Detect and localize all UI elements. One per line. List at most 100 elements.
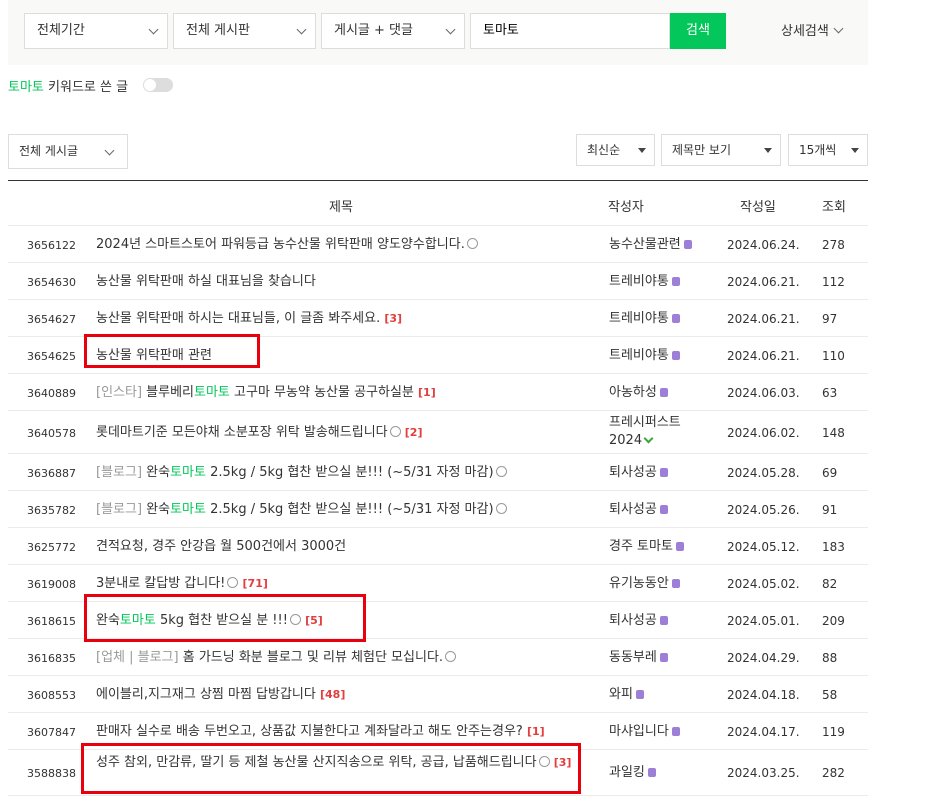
keyword-highlight: 토마토	[8, 80, 44, 95]
member-level-icon	[659, 468, 668, 477]
post-author[interactable]: 마샤입니다	[609, 723, 680, 741]
highlight-box	[84, 594, 366, 642]
caret-down-icon	[851, 148, 859, 153]
post-number: 3588838	[27, 767, 76, 780]
post-category-prefix: [인스타]	[96, 385, 143, 400]
table-row[interactable]: 3654630 농산물 위탁판매 하실 대표님을 찾습니다 트레비야통 2024.06…	[8, 263, 868, 300]
highlight-box	[84, 334, 260, 368]
post-views: 148	[822, 426, 845, 440]
member-level-icon	[635, 690, 644, 699]
keyword-toggle[interactable]	[143, 78, 173, 92]
search-button[interactable]: 검색	[670, 13, 726, 49]
scope-select[interactable]: 게시글 + 댓글	[321, 13, 465, 49]
board-filter-select[interactable]: 전체 게시글	[8, 134, 128, 169]
author-name: 농수산물관련	[609, 237, 681, 252]
table-row[interactable]: 3616835 [업체 | 블로그] 홈 가드닝 화분 블로그 및 리뷰 체험단 …	[8, 639, 868, 676]
post-views: 183	[822, 540, 845, 554]
post-title-link[interactable]: [블로그] 완숙토마토 2.5kg / 5kg 협찬 받으실 분!!! (~5/…	[96, 464, 596, 482]
post-views: 69	[822, 466, 838, 480]
table-row[interactable]: 3608553 에이블리,지그재그 상찜 마찜 답방갑니다 [48] 와피 2024.…	[8, 676, 868, 713]
post-category-prefix: [업체 | 블로그]	[96, 650, 179, 665]
post-title-text: 2.5kg / 5kg 협찬 받으실 분!!! (~5/31 자정 마감)	[210, 465, 494, 480]
post-title-text: 농산물 위탁판매 하실 대표님을 찾습니다	[96, 274, 316, 289]
post-category-prefix: [블로그]	[96, 502, 143, 517]
post-title-text: 견적요청, 경주 안강읍 월 500건에서 3000건	[96, 539, 347, 554]
post-title-link[interactable]: [업체 | 블로그] 홈 가드닝 화분 블로그 및 리뷰 체험단 모십니다.	[96, 649, 596, 667]
author-name: 트레비야통	[609, 274, 669, 289]
post-title-link[interactable]: 농산물 위탁판매 하시는 대표님들, 이 글좀 봐주세요. [3]	[96, 310, 596, 328]
sort-select[interactable]: 최신순	[576, 134, 655, 166]
post-author[interactable]: 퇴사성공	[609, 501, 668, 519]
advanced-search-button[interactable]: 상세검색	[781, 20, 844, 39]
table-row[interactable]: 3635782 [블로그] 완숙토마토 2.5kg / 5kg 협찬 받으실 분!…	[8, 491, 868, 528]
post-author[interactable]: 농수산물관련	[609, 236, 692, 254]
author-name: 과일킹	[609, 765, 645, 780]
table-row[interactable]: 3656122 2024년 스마트스토어 파워등급 농수산물 위탁판매 양도양수합…	[8, 226, 868, 263]
post-views: 209	[822, 614, 845, 628]
column-header-views: 조회	[822, 200, 846, 215]
post-author[interactable]: 와피	[609, 686, 644, 704]
post-title-link[interactable]: 견적요청, 경주 안강읍 월 500건에서 3000건	[96, 538, 596, 556]
post-title-link[interactable]: [블로그] 완숙토마토 2.5kg / 5kg 협찬 받으실 분!!! (~5/…	[96, 501, 596, 519]
post-number: 3640578	[27, 427, 76, 440]
author-name: 아농하성	[609, 385, 657, 400]
keyword-highlight: 토마토	[170, 465, 206, 480]
post-author[interactable]: 프레시퍼스트 2024	[609, 414, 681, 450]
post-author[interactable]: 퇴사성공	[609, 612, 668, 630]
chevron-down-icon	[296, 24, 307, 35]
keyword-filter-label: 토마토 키워드로 쓴 글	[8, 76, 128, 95]
view-mode-select[interactable]: 제목만 보기	[661, 134, 781, 166]
post-author[interactable]: 유기농동안	[609, 575, 680, 593]
comment-count[interactable]: [1]	[527, 725, 545, 738]
post-number: 3616835	[27, 652, 76, 665]
caret-down-icon	[638, 148, 646, 153]
search-input[interactable]: 토마토	[470, 13, 670, 49]
table-row[interactable]: 3654627 농산물 위탁판매 하시는 대표님들, 이 글좀 봐주세요. [3]…	[8, 300, 868, 337]
per-page-select[interactable]: 15개씩	[788, 134, 868, 166]
post-title-link[interactable]: 3분내로 칼답방 갑니다! [71]	[96, 575, 596, 593]
comment-count[interactable]: [48]	[320, 688, 345, 701]
post-author[interactable]: 트레비야통	[609, 273, 680, 291]
post-views: 110	[822, 349, 845, 363]
comment-count[interactable]: [3]	[384, 312, 402, 325]
post-date: 2024.06.21.	[727, 312, 800, 326]
period-select[interactable]: 전체기간	[24, 13, 168, 49]
comment-count[interactable]: [71]	[243, 577, 268, 590]
post-title-link[interactable]: [인스타] 블루베리토마토 고구마 무농약 농산물 공구하실분 [1]	[96, 384, 596, 402]
post-number: 3619008	[27, 578, 76, 591]
board-select-label: 전체 게시판	[186, 23, 250, 38]
post-title-link[interactable]: 에이블리,지그재그 상찜 마찜 답방갑니다 [48]	[96, 686, 596, 704]
post-title-link[interactable]: 2024년 스마트스토어 파워등급 농수산물 위탁판매 양도양수합니다.	[96, 236, 596, 254]
comment-count[interactable]: [1]	[418, 386, 436, 399]
comment-count[interactable]: [2]	[405, 426, 423, 439]
chevron-down-icon	[148, 24, 159, 35]
post-number: 3654630	[27, 276, 76, 289]
post-views: 119	[822, 725, 845, 739]
post-title-link[interactable]: 판매자 실수로 배송 두번오고, 상품값 지불한다고 계좌달라고 해도 안주는경…	[96, 723, 596, 741]
link-icon	[445, 651, 457, 662]
post-author[interactable]: 트레비야통	[609, 347, 680, 365]
post-number: 3607847	[27, 726, 76, 739]
post-title-text: 고구마 무농약 농산물 공구하실분	[234, 385, 414, 400]
post-author[interactable]: 트레비야통	[609, 310, 680, 328]
post-author[interactable]: 과일킹	[609, 764, 656, 782]
post-title-text: 농산물 위탁판매 하시는 대표님들, 이 글좀 봐주세요.	[96, 311, 381, 326]
member-level-icon	[671, 727, 680, 736]
post-date: 2024.03.25.	[727, 766, 800, 780]
table-row[interactable]: 3636887 [블로그] 완숙토마토 2.5kg / 5kg 협찬 받으실 분!…	[8, 454, 868, 491]
table-row[interactable]: 3640889 [인스타] 블루베리토마토 고구마 무농약 농산물 공구하실분 […	[8, 374, 868, 411]
post-date: 2024.04.17.	[727, 725, 800, 739]
post-author[interactable]: 동동부레	[609, 649, 668, 667]
post-author[interactable]: 아농하성	[609, 384, 668, 402]
image-attachment-icon	[466, 238, 478, 249]
post-author[interactable]: 퇴사성공	[609, 464, 668, 482]
post-author[interactable]: 경주 토마토	[609, 538, 684, 556]
caret-down-icon	[764, 148, 772, 153]
post-title-link[interactable]: 농산물 위탁판매 하실 대표님을 찾습니다	[96, 273, 596, 291]
member-level-icon	[659, 653, 668, 662]
post-number: 3654625	[27, 350, 76, 363]
table-row[interactable]: 3640578 롯데마트기준 모든야채 소분포장 위탁 발송해드립니다 [2] 프레…	[8, 411, 868, 454]
table-row[interactable]: 3625772 견적요청, 경주 안강읍 월 500건에서 3000건 경주 토마토…	[8, 528, 868, 565]
post-title-link[interactable]: 롯데마트기준 모든야채 소분포장 위탁 발송해드립니다 [2]	[96, 424, 596, 442]
board-select[interactable]: 전체 게시판	[173, 13, 316, 49]
